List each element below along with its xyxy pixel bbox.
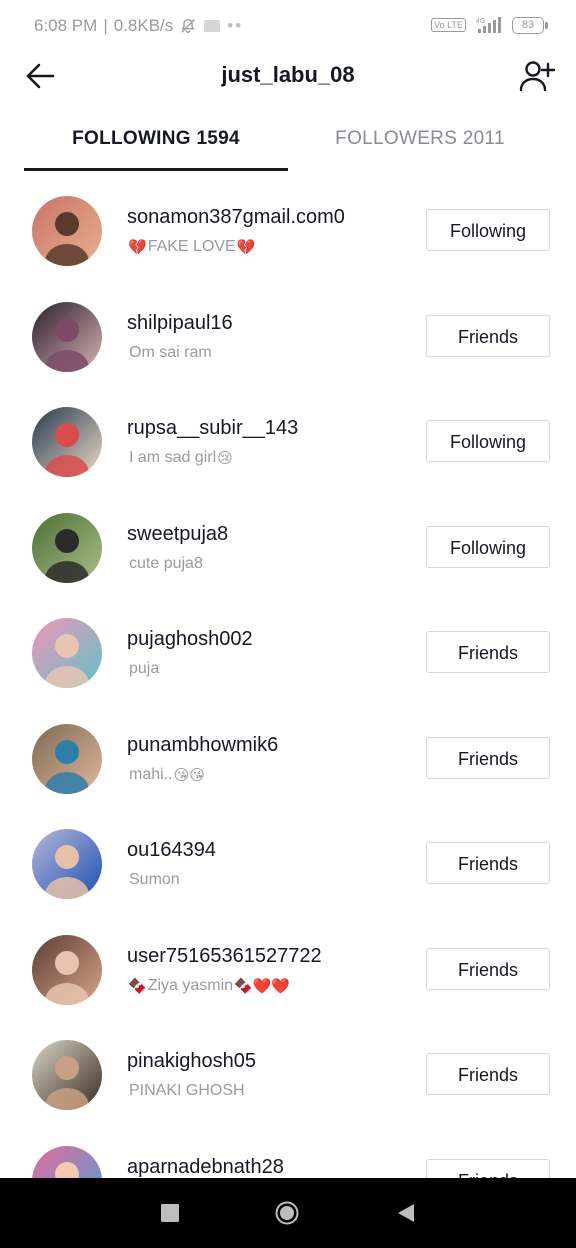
back-icon[interactable]	[394, 1201, 418, 1225]
avatar[interactable]	[32, 934, 102, 1005]
status-time: 6:08 PM	[34, 16, 98, 35]
avatar-image	[32, 934, 102, 1005]
username[interactable]: sonamon387gmail.com0	[127, 206, 345, 229]
follow-status-button[interactable]: Friends	[426, 314, 550, 357]
avatar-image	[32, 512, 102, 583]
username[interactable]: punambhowmik6	[127, 734, 278, 757]
home-icon[interactable]	[275, 1201, 299, 1225]
bio-emoji-prefix: 💔	[128, 239, 147, 256]
avatar-image	[32, 1145, 102, 1178]
username[interactable]: sweetpuja8	[127, 523, 228, 546]
list-item[interactable]: sweetpuja8 cute puja8 Following	[0, 495, 576, 601]
avatar[interactable]	[32, 618, 102, 688]
username[interactable]: rupsa__subir__143	[127, 417, 298, 440]
user-list[interactable]: sonamon387gmail.com0 💔 FAKE LOVE 💔 Following…	[0, 178, 576, 1178]
list-item[interactable]: sonamon387gmail.com0 💔 FAKE LOVE 💔 Following	[0, 178, 576, 284]
username[interactable]: ou164394	[127, 839, 216, 862]
bio: 💔 FAKE LOVE 💔	[127, 238, 256, 256]
tab-followers[interactable]: FOLLOWERS 2011	[288, 128, 552, 150]
list-item[interactable]: ou164394 Sumon Friends	[0, 811, 576, 917]
bio-emoji-suffix: 💔	[236, 239, 256, 256]
follow-status-button[interactable]: Friends	[426, 736, 550, 779]
avatar[interactable]	[32, 1040, 102, 1110]
signal-icon: 4G	[476, 17, 501, 33]
follow-status-button[interactable]: Following	[426, 209, 550, 251]
username[interactable]: pinakighosh05	[127, 1050, 256, 1073]
username[interactable]: pujaghosh002	[127, 628, 253, 651]
bio-text: Sumon	[129, 871, 180, 888]
list-item[interactable]: rupsa__subir__143 I am sad girl 😢 Following	[0, 389, 576, 495]
bio-emoji-suffix: 😘😘	[173, 766, 205, 784]
avatar[interactable]	[32, 407, 102, 477]
avatar-image	[32, 829, 102, 899]
follow-status-button[interactable]: Friends	[426, 631, 550, 673]
list-item[interactable]: aparnadebnath28 Friends	[0, 1128, 576, 1179]
avatar[interactable]	[32, 723, 102, 794]
bio-text: Ziya yasmin	[147, 976, 234, 994]
battery-icon: 83	[512, 16, 548, 34]
volte-icon: Vo LTE	[431, 18, 466, 32]
bio: 🍫 Ziya yasmin 🍫❤️❤️	[127, 977, 291, 995]
follow-status-button[interactable]: Friends	[426, 842, 550, 884]
bio-text: I am sad girl	[129, 449, 217, 466]
message-icon	[204, 20, 221, 32]
bio-text: Om sai ram	[129, 343, 212, 361]
follow-status-button[interactable]: Following	[426, 420, 550, 462]
bio-text: FAKE LOVE	[147, 238, 236, 255]
follow-status-button[interactable]: Friends	[426, 1158, 550, 1178]
navigation-bar	[0, 1178, 576, 1248]
avatar[interactable]	[32, 512, 102, 583]
mute-icon	[181, 19, 196, 33]
bio: Sumon	[127, 871, 182, 889]
bio: mahi.. 😘😘	[127, 766, 206, 784]
bio: puja	[127, 660, 161, 678]
list-item[interactable]: punambhowmik6 mahi.. 😘😘 Friends	[0, 706, 576, 812]
recents-icon[interactable]	[158, 1201, 182, 1225]
bio-emoji-suffix: 😢	[217, 450, 233, 467]
avatar[interactable]	[32, 301, 102, 372]
list-item[interactable]: pujaghosh002 puja Friends	[0, 600, 576, 706]
avatar-image	[32, 301, 102, 372]
signal-label: 4G	[476, 18, 485, 25]
avatar[interactable]	[32, 196, 102, 266]
bio-emoji-suffix: 🍫❤️❤️	[234, 977, 291, 995]
username[interactable]: aparnadebnath28	[127, 1156, 284, 1179]
list-item[interactable]: pinakighosh05 PINAKI GHOSH Friends	[0, 1022, 576, 1128]
avatar-image	[32, 723, 102, 794]
username[interactable]: shilpipaul16	[127, 312, 233, 335]
list-item[interactable]: user75165361527722 🍫 Ziya yasmin 🍫❤️❤️ Frien…	[0, 917, 576, 1023]
avatar-image	[32, 407, 102, 477]
status-left: 6:08 PM | 0.8KB/s ••	[34, 16, 243, 36]
tab-bar: FOLLOWING 1594 FOLLOWERS 2011	[0, 118, 576, 172]
status-right: Vo LTE 4G 83	[431, 16, 548, 34]
bio: I am sad girl 😢	[127, 449, 234, 467]
status-bar: 6:08 PM | 0.8KB/s •• Vo LTE 4G 83	[0, 0, 576, 52]
bio: cute puja8	[127, 555, 205, 573]
username[interactable]: user75165361527722	[127, 945, 322, 968]
avatar[interactable]	[32, 829, 102, 899]
bio-emoji-prefix: 🍫	[128, 977, 147, 995]
list-item[interactable]: shilpipaul16 Om sai ram Friends	[0, 284, 576, 390]
active-tab-indicator	[24, 168, 288, 171]
avatar[interactable]	[32, 1145, 102, 1178]
network-speed: 0.8KB/s	[113, 16, 174, 35]
tab-following[interactable]: FOLLOWING 1594	[24, 128, 288, 150]
notification-dots: ••	[227, 16, 244, 35]
header: just_labu_08	[0, 52, 576, 100]
bio: PINAKI GHOSH	[127, 1082, 247, 1100]
bio-text: puja	[129, 660, 160, 677]
follow-status-button[interactable]: Following	[426, 525, 550, 568]
follow-status-button[interactable]: Friends	[426, 1053, 550, 1095]
status-separator: |	[103, 16, 108, 35]
avatar-image	[32, 196, 102, 266]
page-title: just_labu_08	[221, 62, 355, 87]
bio-text: PINAKI GHOSH	[129, 1082, 245, 1099]
bio: Om sai ram	[127, 344, 214, 362]
bio-text: mahi..	[129, 765, 173, 783]
bio-text: cute puja8	[129, 554, 203, 572]
avatar-image	[32, 1040, 102, 1110]
avatar-image	[32, 618, 102, 688]
add-user-icon[interactable]	[518, 58, 556, 94]
follow-status-button[interactable]: Friends	[426, 947, 550, 990]
